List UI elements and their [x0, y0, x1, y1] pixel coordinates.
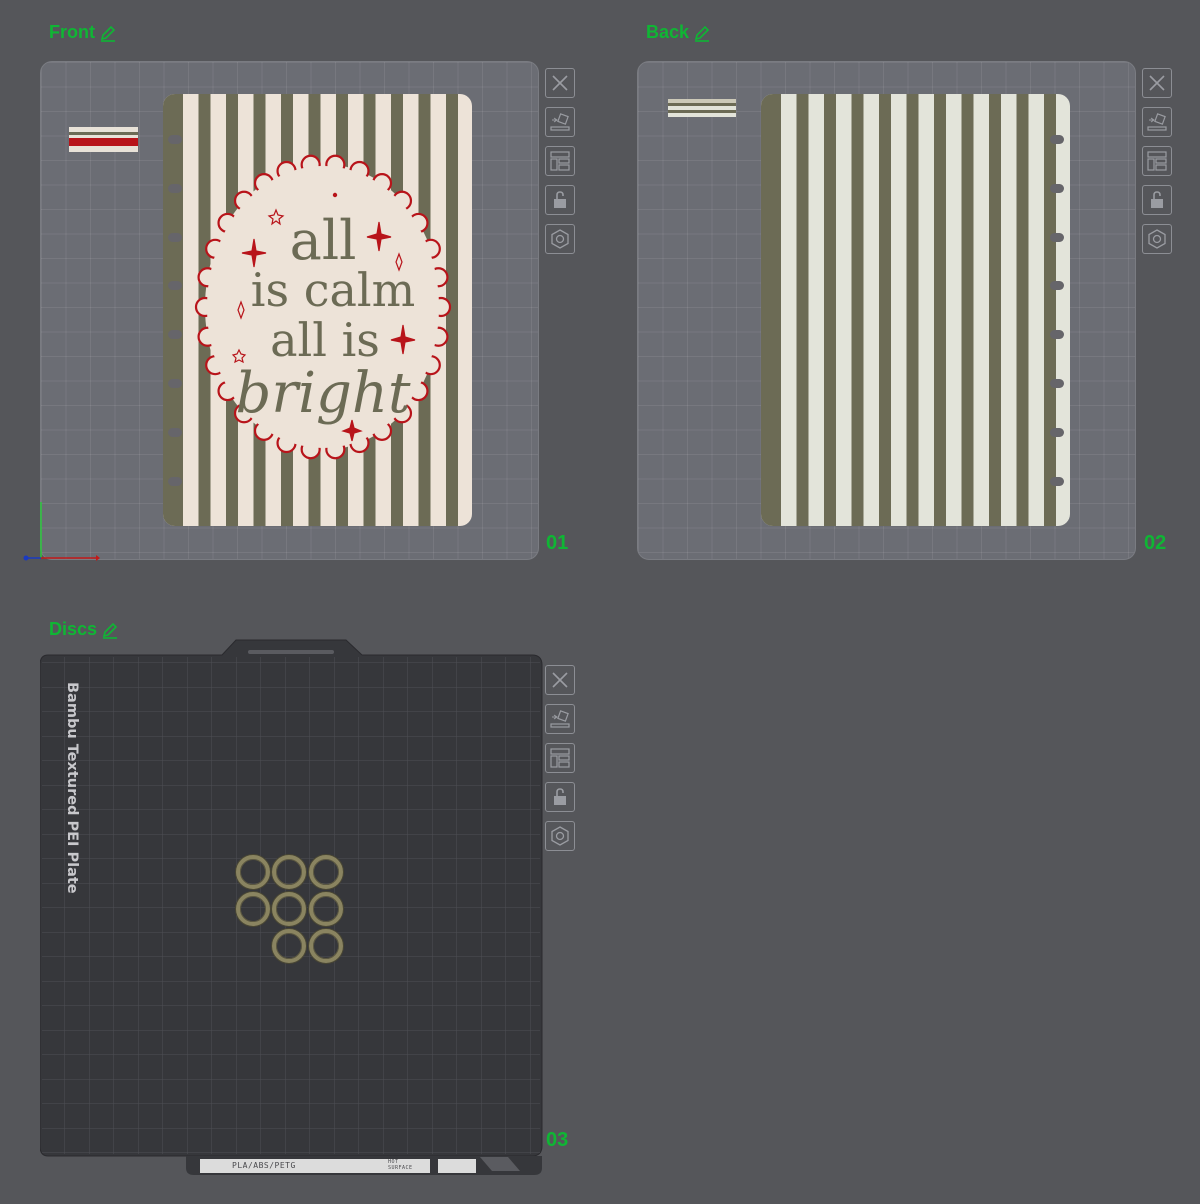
- settings-button[interactable]: [545, 224, 575, 254]
- front-cover-art: all is calm all is bright: [163, 94, 472, 526]
- binder-disc[interactable]: [272, 892, 306, 926]
- surface-label: HOT SURFACE: [388, 1159, 413, 1171]
- stripe: [1044, 94, 1056, 526]
- ring-peg: [168, 183, 182, 193]
- binder-disc[interactable]: [236, 892, 270, 926]
- edit-icon[interactable]: [101, 621, 119, 639]
- axis-gizmo: [23, 502, 100, 561]
- lock-icon: [1147, 190, 1167, 210]
- back-cover-art: [761, 94, 1070, 526]
- settings-icon: [549, 825, 571, 847]
- binder-disc[interactable]: [272, 929, 306, 963]
- binder-disc[interactable]: [236, 855, 270, 889]
- ring-peg: [1050, 232, 1064, 242]
- close-icon: [1147, 73, 1167, 93]
- plate-title-discs[interactable]: Discs: [49, 619, 119, 640]
- auto-orient-button[interactable]: [545, 704, 575, 734]
- plate-number: 02: [1144, 532, 1167, 554]
- binder-disc[interactable]: [309, 929, 343, 963]
- arrange-button[interactable]: [545, 146, 575, 176]
- quote-line-3: all is: [270, 313, 380, 367]
- stripe: [1016, 94, 1029, 526]
- stripe: [769, 94, 781, 526]
- stripe: [851, 94, 864, 526]
- plate-toolbar: [545, 68, 577, 254]
- stripe: [989, 94, 1001, 526]
- edit-icon[interactable]: [99, 24, 117, 42]
- arrange-button[interactable]: [545, 743, 575, 773]
- stripe: [824, 94, 836, 526]
- close-icon: [550, 670, 570, 690]
- stripe: [796, 94, 809, 526]
- stripe: [171, 94, 183, 526]
- ring-peg: [168, 476, 182, 486]
- stripe: [163, 94, 171, 526]
- close-icon: [550, 73, 570, 93]
- arrange-icon: [1146, 150, 1168, 172]
- stripe: [906, 94, 919, 526]
- ring-peg: [1050, 427, 1064, 437]
- ring-peg: [1050, 379, 1064, 388]
- ring-peg: [1050, 476, 1064, 486]
- ring-peg: [1050, 183, 1064, 193]
- auto-orient-icon: [549, 111, 571, 133]
- plate-title-back[interactable]: Back: [646, 22, 711, 43]
- lock-icon: [550, 787, 570, 807]
- binder-disc[interactable]: [309, 855, 343, 889]
- lock-button[interactable]: [545, 782, 575, 812]
- stripe: [961, 94, 974, 526]
- ring-peg: [1050, 330, 1064, 340]
- binder-disc[interactable]: [272, 855, 306, 889]
- binder-disc[interactable]: [309, 892, 343, 926]
- front-cover[interactable]: all is calm all is bright: [163, 94, 472, 526]
- arrange-icon: [549, 747, 571, 769]
- ring-peg: [1050, 135, 1064, 144]
- close-button[interactable]: [545, 68, 575, 98]
- edit-icon[interactable]: [693, 24, 711, 42]
- plate-number: 03: [546, 1129, 569, 1151]
- auto-orient-button[interactable]: [1142, 107, 1172, 137]
- stripe: [761, 94, 769, 526]
- settings-icon: [549, 228, 571, 250]
- lock-icon: [550, 190, 570, 210]
- close-button[interactable]: [1142, 68, 1172, 98]
- ring-peg: [168, 379, 182, 388]
- ring-peg: [168, 232, 182, 242]
- auto-orient-button[interactable]: [545, 107, 575, 137]
- plate-toolbar: [1142, 68, 1174, 254]
- settings-icon: [1146, 228, 1168, 250]
- plate-name-label: Bambu Textured PEI Plate: [64, 682, 80, 894]
- ring-peg: [168, 330, 182, 340]
- plate-name: Discs: [49, 619, 98, 639]
- stripe: [879, 94, 891, 526]
- stripe: [934, 94, 946, 526]
- arrange-icon: [549, 150, 571, 172]
- settings-button[interactable]: [545, 821, 575, 851]
- plate-number: 01: [546, 532, 569, 554]
- ring-peg: [168, 427, 182, 437]
- quote-line-2: is calm: [251, 263, 415, 317]
- color-swatch-back: [668, 99, 736, 117]
- color-swatch-front: [69, 127, 138, 152]
- quote-line-4: bright: [236, 361, 411, 426]
- arrange-button[interactable]: [1142, 146, 1172, 176]
- ring-peg: [168, 281, 182, 291]
- material-label: PLA/ABS/PETG: [232, 1161, 296, 1170]
- lock-button[interactable]: [545, 185, 575, 215]
- lock-button[interactable]: [1142, 185, 1172, 215]
- auto-orient-icon: [1146, 111, 1168, 133]
- ring-peg: [1050, 281, 1064, 291]
- plate-name: Front: [49, 22, 95, 42]
- auto-orient-icon: [549, 708, 571, 730]
- ring-peg: [168, 135, 182, 144]
- plate-title-front[interactable]: Front: [49, 22, 117, 43]
- plate-name: Back: [646, 22, 690, 42]
- close-button[interactable]: [545, 665, 575, 695]
- plate-toolbar: [545, 665, 577, 851]
- back-cover[interactable]: [761, 94, 1070, 526]
- settings-button[interactable]: [1142, 224, 1172, 254]
